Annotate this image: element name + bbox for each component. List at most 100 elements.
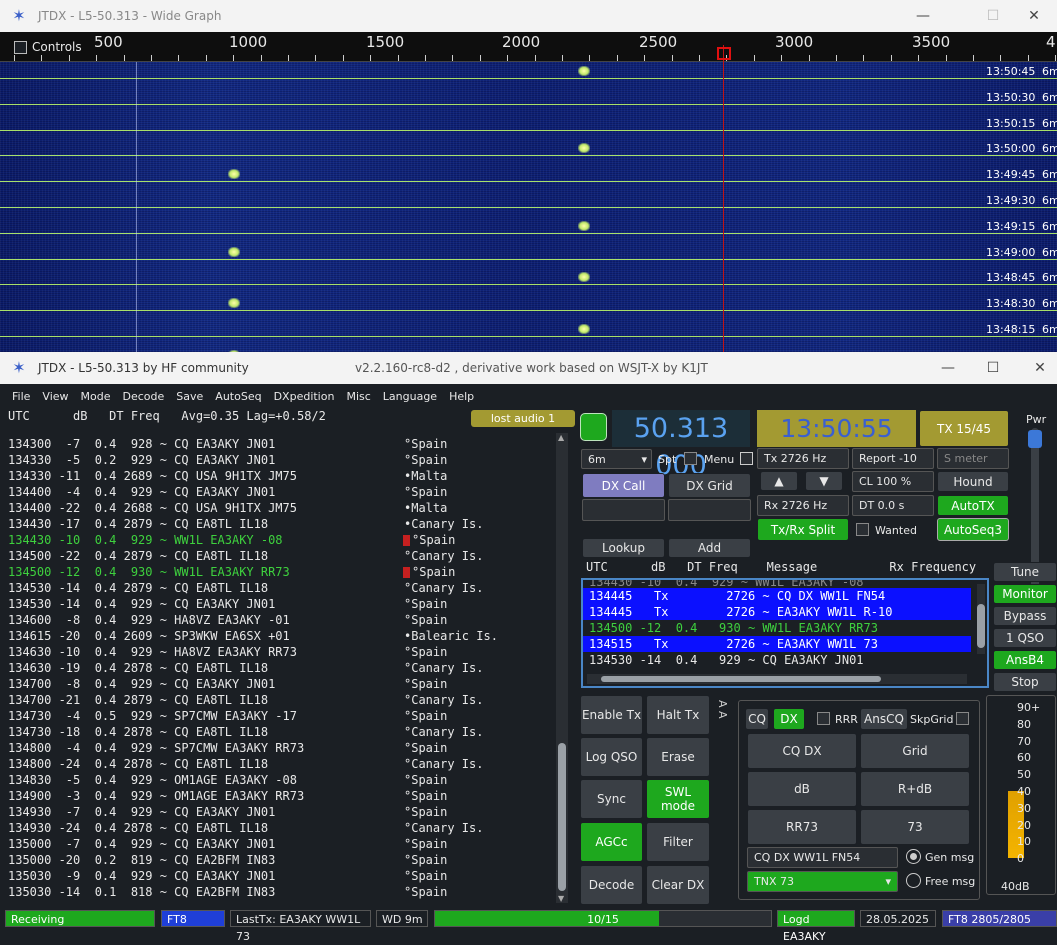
menu-mode[interactable]: Mode — [81, 390, 111, 403]
r-db-button[interactable]: R+dB — [860, 771, 970, 807]
close-icon[interactable]: ✕ — [1011, 0, 1057, 32]
band-activity-row[interactable]: 134500 -12 0.4 930 ~ WW1L EA3AKY RR73 °Sp… — [8, 564, 556, 580]
band-activity-row[interactable]: 135000 -7 0.4 929 ~ CQ EA3AKY JN01 °Spain — [8, 836, 556, 852]
scroll-up-icon[interactable]: ▲ — [558, 433, 564, 442]
rx-row[interactable]: 134515 Tx 2726 ~ EA3AKY WW1L 73 — [583, 636, 971, 652]
dx-button[interactable]: DX — [773, 708, 805, 730]
band-activity-row[interactable]: 134900 -3 0.4 929 ~ OM1AGE EA3AKY RR73 °S… — [8, 788, 556, 804]
band-activity-row[interactable]: 134600 -8 0.4 929 ~ HA8VZ EA3AKY -01 °Spa… — [8, 612, 556, 628]
decode-button[interactable]: Decode — [580, 865, 643, 905]
band-activity-row[interactable]: 134830 -5 0.4 929 ~ OM1AGE EA3AKY -08 °Sp… — [8, 772, 556, 788]
dx-call-input[interactable] — [582, 499, 665, 521]
filter-button[interactable]: Filter — [646, 822, 710, 862]
menu-save[interactable]: Save — [176, 390, 203, 403]
band-activity-row[interactable]: 134400 -4 0.4 929 ~ CQ EA3AKY JN01 °Spain — [8, 484, 556, 500]
clear-dx-button[interactable]: Clear DX — [646, 865, 710, 905]
wide-graph-titlebar[interactable]: ✶ JTDX - L5-50.313 - Wide Graph — ☐ ✕ — [0, 0, 1057, 32]
band-activity-row[interactable]: 134330 -5 0.2 929 ~ CQ EA3AKY JN01 °Spain — [8, 452, 556, 468]
spt-checkbox[interactable] — [684, 452, 697, 465]
73-button[interactable]: 73 — [860, 809, 970, 845]
rr73-button[interactable]: RR73 — [747, 809, 857, 845]
rx-horizontal-scrollbar[interactable] — [587, 674, 967, 684]
minimize-icon[interactable]: — — [925, 352, 971, 384]
wanted-checkbox[interactable] — [856, 523, 869, 536]
menu-autoseq[interactable]: AutoSeq — [215, 390, 261, 403]
dx-grid-button[interactable]: DX Grid — [668, 473, 751, 498]
band-activity-row[interactable]: 135000 -20 0.2 819 ~ CQ EA2BFM IN83 °Spai… — [8, 852, 556, 868]
band-activity-row[interactable]: 134800 -24 0.4 2878 ~ CQ EA8TL IL18 °Cana… — [8, 756, 556, 772]
enable-tx-button[interactable]: Enable Tx — [580, 695, 643, 735]
log-qso-button[interactable]: Log QSO — [580, 737, 643, 777]
band-activity-row[interactable]: 135030 -14 0.1 818 ~ CQ EA2BFM IN83 °Spai… — [8, 884, 556, 900]
band-activity-list[interactable]: 134300 -7 0.4 928 ~ CQ EA3AKY JN01 °Spain… — [8, 436, 556, 904]
menu-language[interactable]: Language — [383, 390, 437, 403]
grid-button[interactable]: Grid — [860, 733, 970, 769]
gen-msg-radio[interactable] — [906, 849, 921, 864]
free-msg-select[interactable]: TNX 73 ▾ — [747, 871, 898, 892]
band-activity-row[interactable]: 134615 -20 0.4 2609 ~ SP3WKW EA6SX +01 •B… — [8, 628, 556, 644]
minimize-icon[interactable]: — — [900, 0, 946, 32]
maximize-icon[interactable]: ☐ — [970, 352, 1016, 384]
monitor-button[interactable]: Monitor — [993, 584, 1057, 604]
anscq-button[interactable]: AnsCQ — [860, 708, 908, 730]
close-icon[interactable]: ✕ — [1017, 352, 1057, 384]
waterfall-display[interactable]: 13:50:45 6m 13:50:30 6m 13:50:15 6m 13:50:00 6m… — [0, 62, 1057, 352]
band-activity-row[interactable]: 134330 -11 0.4 2689 ~ CQ USA 9H1TX JM75 •… — [8, 468, 556, 484]
tx-frequency-marker[interactable] — [717, 47, 731, 60]
sync-button[interactable]: Sync — [580, 779, 643, 819]
rx-row[interactable]: 134530 -14 0.4 929 ~ CQ EA3AKY JN01 — [583, 652, 971, 668]
dx-grid-input[interactable] — [668, 499, 751, 521]
autoseq3-button[interactable]: AutoSeq3 — [937, 518, 1009, 541]
halt-tx-button[interactable]: Halt Tx — [646, 695, 710, 735]
hound-button[interactable]: Hound — [937, 471, 1009, 492]
rrr-checkbox[interactable] — [817, 712, 830, 725]
scroll-down-icon[interactable]: ▼ — [558, 894, 564, 903]
tx-freq-down-button[interactable]: ▼ — [805, 471, 843, 491]
tune-button[interactable]: Tune — [993, 562, 1057, 582]
band-activity-row[interactable]: 134930 -24 0.4 2878 ~ CQ EA8TL IL18 °Cana… — [8, 820, 556, 836]
cl-spinbox[interactable]: CL 100 % — [852, 471, 934, 492]
gen-msg-field[interactable]: CQ DX WW1L FN54 — [747, 847, 898, 868]
band-activity-row[interactable]: 134500 -22 0.4 2879 ~ CQ EA8TL IL18 °Cana… — [8, 548, 556, 564]
band-activity-row[interactable]: 134630 -19 0.4 2878 ~ CQ EA8TL IL18 °Cana… — [8, 660, 556, 676]
band-activity-row[interactable]: 134700 -8 0.4 929 ~ CQ EA3AKY JN01 °Spain — [8, 676, 556, 692]
tx-freq-spinbox[interactable]: Tx 2726 Hz — [757, 448, 849, 469]
band-activity-row[interactable]: 134530 -14 0.4 2879 ~ CQ EA8TL IL18 °Cana… — [8, 580, 556, 596]
menu-checkbox[interactable] — [740, 452, 753, 465]
band-activity-row[interactable]: 134400 -22 0.4 2688 ~ CQ USA 9H1TX JM75 •… — [8, 500, 556, 516]
ansb4-button[interactable]: AnsB4 — [993, 650, 1057, 670]
menu-view[interactable]: View — [42, 390, 68, 403]
band-activity-row[interactable]: 134430 -17 0.4 2879 ~ CQ EA8TL IL18 •Cana… — [8, 516, 556, 532]
menu-misc[interactable]: Misc — [346, 390, 370, 403]
band-select[interactable]: 6m ▾ — [581, 449, 652, 469]
bypass-button[interactable]: Bypass — [993, 606, 1057, 626]
cq-button[interactable]: CQ — [745, 708, 769, 730]
band-activity-scrollbar[interactable]: ▲ ▼ — [556, 433, 568, 903]
maximize-icon[interactable]: ☐ — [970, 0, 1016, 32]
rx-row[interactable]: 134500 -12 0.4 930 ~ WW1L EA3AKY RR73 — [583, 620, 971, 636]
rx-row[interactable]: 134445 Tx 2726 ~ EA3AKY WW1L R-10 — [583, 604, 971, 620]
menu-file[interactable]: File — [12, 390, 30, 403]
band-activity-row[interactable]: 134800 -4 0.4 929 ~ SP7CMW EA3AKY RR73 °S… — [8, 740, 556, 756]
band-activity-row[interactable]: 134300 -7 0.4 928 ~ CQ EA3AKY JN01 °Spain — [8, 436, 556, 452]
band-activity-row[interactable]: 134530 -14 0.4 929 ~ CQ EA3AKY JN01 °Spai… — [8, 596, 556, 612]
scrollbar-thumb[interactable] — [977, 604, 985, 648]
report-spinbox[interactable]: Report -10 — [852, 448, 934, 469]
scrollbar-thumb[interactable] — [601, 676, 881, 682]
band-activity-row[interactable]: 134630 -10 0.4 929 ~ HA8VZ EA3AKY RR73 °S… — [8, 644, 556, 660]
band-activity-row[interactable]: 134730 -4 0.5 929 ~ SP7CMW EA3AKY -17 °Sp… — [8, 708, 556, 724]
skpgrid-checkbox[interactable] — [956, 712, 969, 725]
agcc-button[interactable]: AGCc — [580, 822, 643, 862]
rx-frequency-list[interactable]: 134430 -10 0.4 929 ~ WW1L EA3AKY -08 1344… — [581, 578, 989, 688]
band-activity-row[interactable]: 135030 -9 0.4 929 ~ CQ EA3AKY JN01 °Spain — [8, 868, 556, 884]
rx-row[interactable]: 134445 Tx 2726 ~ CQ DX WW1L FN54 — [583, 588, 971, 604]
power-slider-knob[interactable] — [1028, 430, 1042, 448]
db-button[interactable]: dB — [747, 771, 857, 807]
tx-period-button[interactable]: TX 15/45 — [919, 410, 1009, 447]
main-titlebar[interactable]: ✶ JTDX - L5-50.313 by HF community v2.2.… — [0, 352, 1057, 384]
band-activity-row[interactable]: 134930 -7 0.4 929 ~ CQ EA3AKY JN01 °Spain — [8, 804, 556, 820]
s-meter-field[interactable]: S meter — [937, 448, 1009, 469]
menu-decode[interactable]: Decode — [123, 390, 165, 403]
tx-freq-up-button[interactable]: ▲ — [760, 471, 798, 491]
band-activity-row[interactable]: 134430 -10 0.4 929 ~ WW1L EA3AKY -08 °Spa… — [8, 532, 556, 548]
